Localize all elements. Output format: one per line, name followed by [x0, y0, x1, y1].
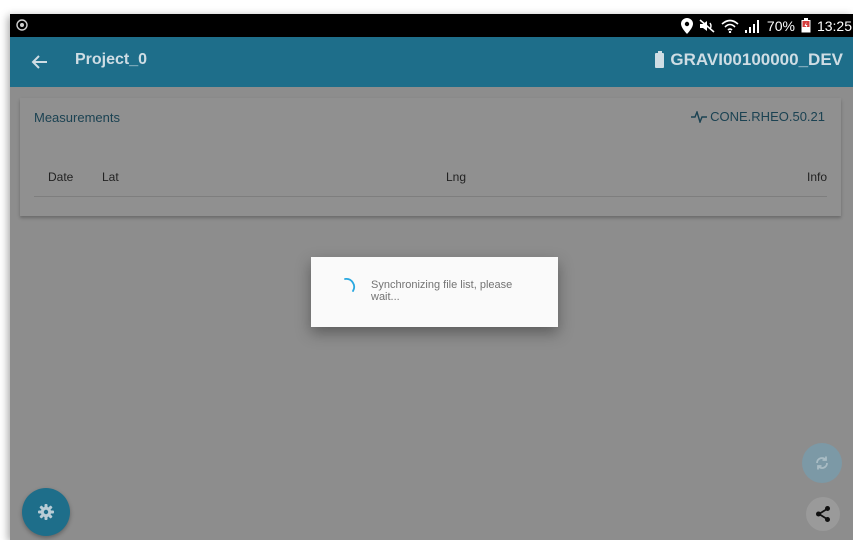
sensor-label: CONE.RHEO.50.21 — [710, 109, 825, 124]
gear-icon — [38, 504, 54, 520]
pulse-icon — [691, 110, 708, 123]
column-lat: Lat — [102, 170, 119, 184]
device-indicator: GRAVI00100000_DEV — [655, 50, 843, 70]
device-id-label: GRAVI00100000_DEV — [670, 50, 843, 69]
wifi-icon — [721, 19, 739, 33]
loading-spinner-icon — [344, 278, 356, 292]
mute-icon — [699, 18, 715, 33]
dialog-message: Synchronizing file list, please wait... — [371, 279, 513, 303]
column-date: Date — [48, 170, 74, 184]
notification-icon — [16, 19, 28, 31]
settings-button[interactable] — [22, 488, 70, 536]
project-title: Project_0 — [75, 51, 148, 68]
status-time: 13:25 — [816, 17, 852, 34]
signal-icon — [744, 19, 759, 33]
battery-percent: 70% — [766, 17, 795, 34]
card-title: Measurements — [34, 110, 120, 125]
column-lng: Lng — [446, 170, 467, 184]
status-bar: 70% 13:25 — [10, 14, 853, 37]
header-divider — [34, 196, 827, 197]
column-info: Info — [806, 170, 827, 184]
sensor-indicator: CONE.RHEO.50.21 — [691, 109, 825, 124]
battery-icon — [801, 18, 811, 33]
progress-dialog: Synchronizing file list, please wait... — [311, 257, 558, 327]
status-icons: 70% 13:25 — [680, 14, 853, 37]
device-battery-icon — [655, 50, 665, 68]
share-icon — [816, 506, 830, 522]
sync-icon — [816, 456, 828, 470]
device-screen: 70% 13:25 Project_0 GRAVI00100000_DEV Me… — [10, 14, 853, 540]
location-icon — [680, 17, 693, 34]
sync-button[interactable] — [802, 443, 842, 483]
share-button[interactable] — [806, 497, 840, 531]
app-bar: Project_0 GRAVI00100000_DEV — [10, 37, 853, 87]
back-arrow-icon[interactable] — [30, 52, 50, 72]
measurements-card: Measurements CONE.RHEO.50.21 Date Lat Ln… — [20, 98, 841, 216]
